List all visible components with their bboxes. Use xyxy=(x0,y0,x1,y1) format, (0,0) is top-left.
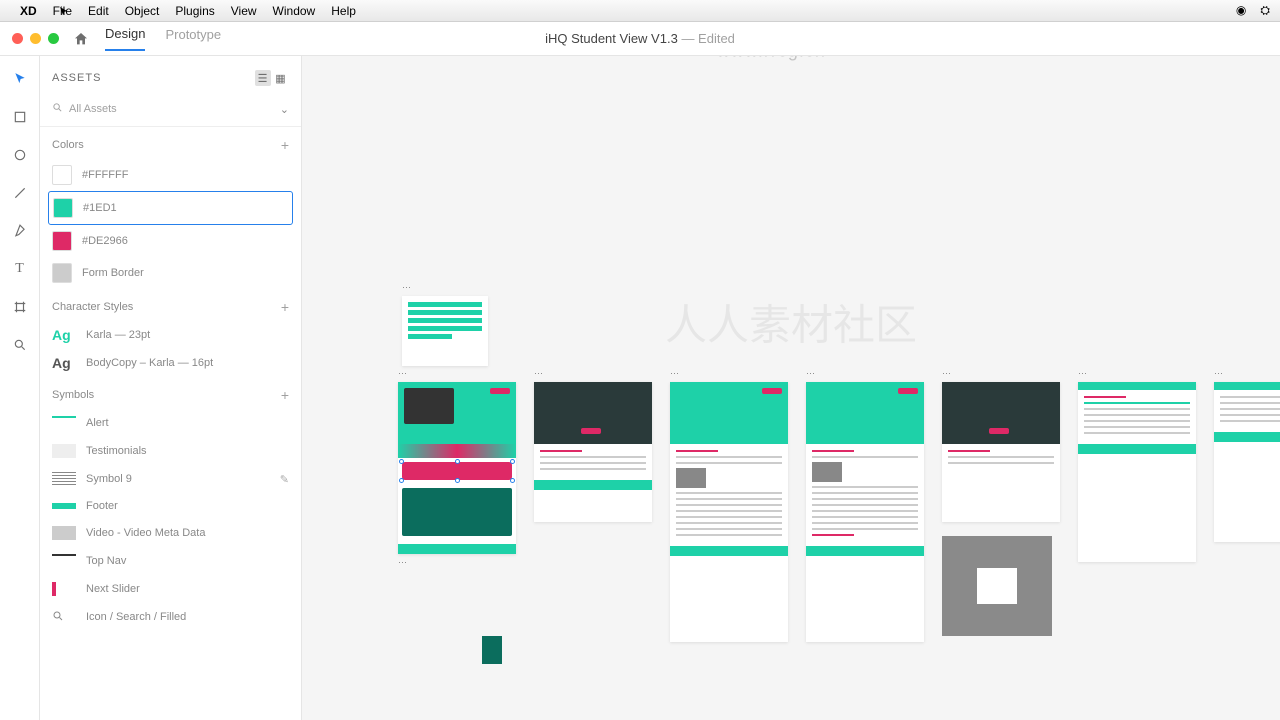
rectangle-tool-icon[interactable] xyxy=(11,108,29,126)
assets-search[interactable]: All Assets ⌄ xyxy=(40,96,301,127)
artboard-tool-icon[interactable] xyxy=(11,298,29,316)
zoom-tool-icon[interactable] xyxy=(11,336,29,354)
add-symbol-button[interactable]: + xyxy=(281,387,289,403)
symbols-header: Symbols + xyxy=(40,377,301,409)
ellipse-tool-icon[interactable] xyxy=(11,146,29,164)
artboard-3[interactable]: ⋯ xyxy=(670,382,788,642)
grid-view-icon[interactable]: ▦ xyxy=(273,70,289,86)
search-placeholder: All Assets xyxy=(69,103,280,115)
list-view-icon[interactable]: ☰ xyxy=(255,70,271,86)
artboard-wireframe[interactable]: ⋯ xyxy=(402,296,488,366)
symbol-topnav[interactable]: Top Nav xyxy=(40,547,301,575)
pen-tool-icon[interactable] xyxy=(11,222,29,240)
chevron-down-icon[interactable]: ⌄ xyxy=(280,103,289,116)
status-icon[interactable]: ⛭ xyxy=(1260,3,1270,18)
artboard-home-selected[interactable]: ⋯ ⋯ xyxy=(398,382,516,554)
search-icon xyxy=(52,102,63,116)
symbol-alert[interactable]: Alert xyxy=(40,409,301,437)
assets-panel: ASSETS ☰ ▦ All Assets ⌄ Colors + #FFFFFF… xyxy=(40,56,302,720)
watermark-text: 人人素材社区 xyxy=(665,291,917,352)
design-canvas[interactable]: www.rrcg.cn 人人素材社区 ⋯ ⋯ ⋯ xyxy=(302,56,1280,720)
symbol-9[interactable]: Symbol 9✎ xyxy=(40,465,301,493)
window-controls xyxy=(12,33,59,44)
artboard-small[interactable] xyxy=(482,636,502,664)
charstyle-bodycopy[interactable]: Ag BodyCopy – Karla — 16pt xyxy=(40,349,301,377)
artboard-4[interactable]: ⋯ xyxy=(806,382,924,642)
window-close-button[interactable] xyxy=(12,33,23,44)
menu-app[interactable]: XD xyxy=(20,4,37,18)
pencil-icon[interactable]: ✎ xyxy=(280,473,289,486)
symbol-video-meta[interactable]: Video - Video Meta Data xyxy=(40,519,301,547)
colors-header: Colors + xyxy=(40,127,301,159)
symbol-testimonials[interactable]: Testimonials xyxy=(40,437,301,465)
document-title: iHQ Student View V1.3 — Edited xyxy=(545,31,735,46)
menu-plugins[interactable]: Plugins xyxy=(175,4,214,18)
selected-element[interactable] xyxy=(402,462,512,480)
macos-menubar: XD File Edit Object Plugins View Window … xyxy=(0,0,1280,22)
menu-file[interactable]: File xyxy=(53,4,72,18)
text-tool-icon[interactable]: T xyxy=(11,260,29,278)
app-titlebar: Design Prototype iHQ Student View V1.3 —… xyxy=(0,22,1280,56)
charstyle-karla23[interactable]: Ag Karla — 23pt xyxy=(40,321,301,349)
add-color-button[interactable]: + xyxy=(281,137,289,153)
artboard-7[interactable]: ⋯ xyxy=(1214,382,1280,542)
artboard-5[interactable]: ⋯ xyxy=(942,382,1060,522)
cc-icon[interactable]: ◉ xyxy=(1236,3,1246,18)
left-toolbar: T xyxy=(0,56,40,720)
color-item-teal[interactable]: #1ED1 xyxy=(48,191,293,225)
menu-edit[interactable]: Edit xyxy=(88,4,109,18)
symbol-icon-search[interactable]: Icon / Search / Filled xyxy=(40,603,301,631)
menu-object[interactable]: Object xyxy=(125,4,160,18)
menu-view[interactable]: View xyxy=(231,4,257,18)
color-item-pink[interactable]: #DE2966 xyxy=(40,225,301,257)
charstyles-header: Character Styles + xyxy=(40,289,301,321)
home-icon[interactable] xyxy=(73,31,89,47)
artboard-2[interactable]: ⋯ xyxy=(534,382,652,522)
artboard-6[interactable]: ⋯ xyxy=(1078,382,1196,562)
symbol-nextslider[interactable]: Next Slider xyxy=(40,575,301,603)
tab-prototype[interactable]: Prototype xyxy=(165,27,221,50)
window-minimize-button[interactable] xyxy=(30,33,41,44)
menu-window[interactable]: Window xyxy=(273,4,316,18)
tab-design[interactable]: Design xyxy=(105,26,145,51)
assets-title: ASSETS xyxy=(52,72,101,84)
window-maximize-button[interactable] xyxy=(48,33,59,44)
watermark-url: www.rrcg.cn xyxy=(717,56,826,62)
artboard-modal[interactable] xyxy=(942,536,1052,636)
symbol-footer[interactable]: Footer xyxy=(40,493,301,519)
add-charstyle-button[interactable]: + xyxy=(281,299,289,315)
color-item-white[interactable]: #FFFFFF xyxy=(40,159,301,191)
menu-help[interactable]: Help xyxy=(331,4,356,18)
select-tool-icon[interactable] xyxy=(11,70,29,88)
line-tool-icon[interactable] xyxy=(11,184,29,202)
color-item-formborder[interactable]: Form Border xyxy=(40,257,301,289)
